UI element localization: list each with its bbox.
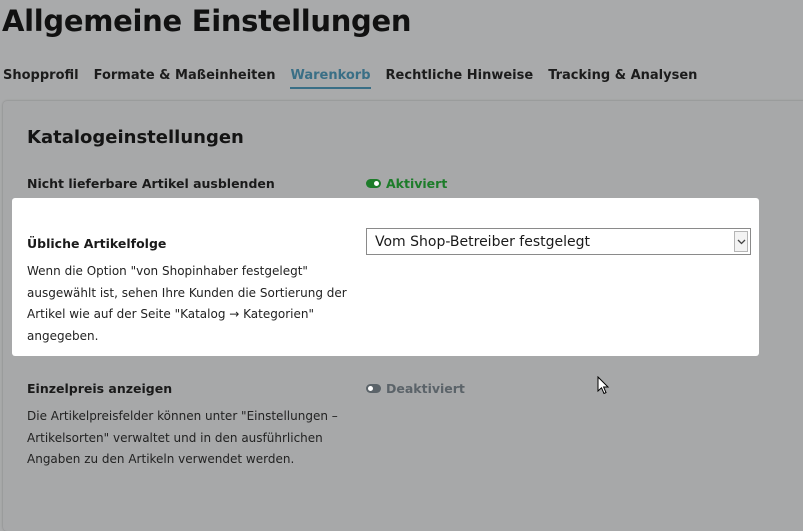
- sort-order-label: Übliche Artikelfolge: [27, 236, 167, 251]
- tab-warenkorb[interactable]: Warenkorb: [290, 68, 371, 89]
- tab-rechtliche-hinweise[interactable]: Rechtliche Hinweise: [386, 68, 534, 89]
- toggle-on-icon: [366, 179, 381, 188]
- sort-order-setting: Übliche Artikelfolge Wenn die Option "vo…: [12, 198, 759, 356]
- hide-unavailable-label: Nicht lieferbare Artikel ausblenden: [27, 176, 275, 191]
- chevron-down-icon[interactable]: [734, 231, 748, 252]
- hide-unavailable-toggle[interactable]: Aktiviert: [366, 176, 447, 191]
- page-title: Allgemeine Einstellungen: [2, 4, 412, 38]
- sort-order-selected-value: Vom Shop-Betreiber festgelegt: [375, 234, 590, 250]
- toggle-off-icon: [366, 384, 381, 393]
- sort-order-select[interactable]: Vom Shop-Betreiber festgelegt: [366, 228, 751, 255]
- sort-order-description: Wenn die Option "von Shopinhaber festgel…: [27, 264, 347, 343]
- unit-price-toggle[interactable]: Deaktiviert: [366, 381, 465, 396]
- tab-shopprofil[interactable]: Shopprofil: [3, 68, 79, 89]
- hide-unavailable-status: Aktiviert: [386, 176, 448, 191]
- tab-formate[interactable]: Formate & Maßeinheiten: [94, 68, 276, 89]
- tab-tracking[interactable]: Tracking & Analysen: [548, 68, 697, 89]
- mouse-pointer-icon: [597, 376, 610, 395]
- unit-price-status: Deaktiviert: [386, 381, 465, 396]
- settings-tabs: Shopprofil Formate & Maßeinheiten Warenk…: [3, 68, 712, 89]
- unit-price-description: Die Artikelpreisfelder können unter "Ein…: [27, 409, 338, 466]
- unit-price-label: Einzelpreis anzeigen: [27, 381, 173, 396]
- section-title: Katalogeinstellungen: [27, 127, 244, 148]
